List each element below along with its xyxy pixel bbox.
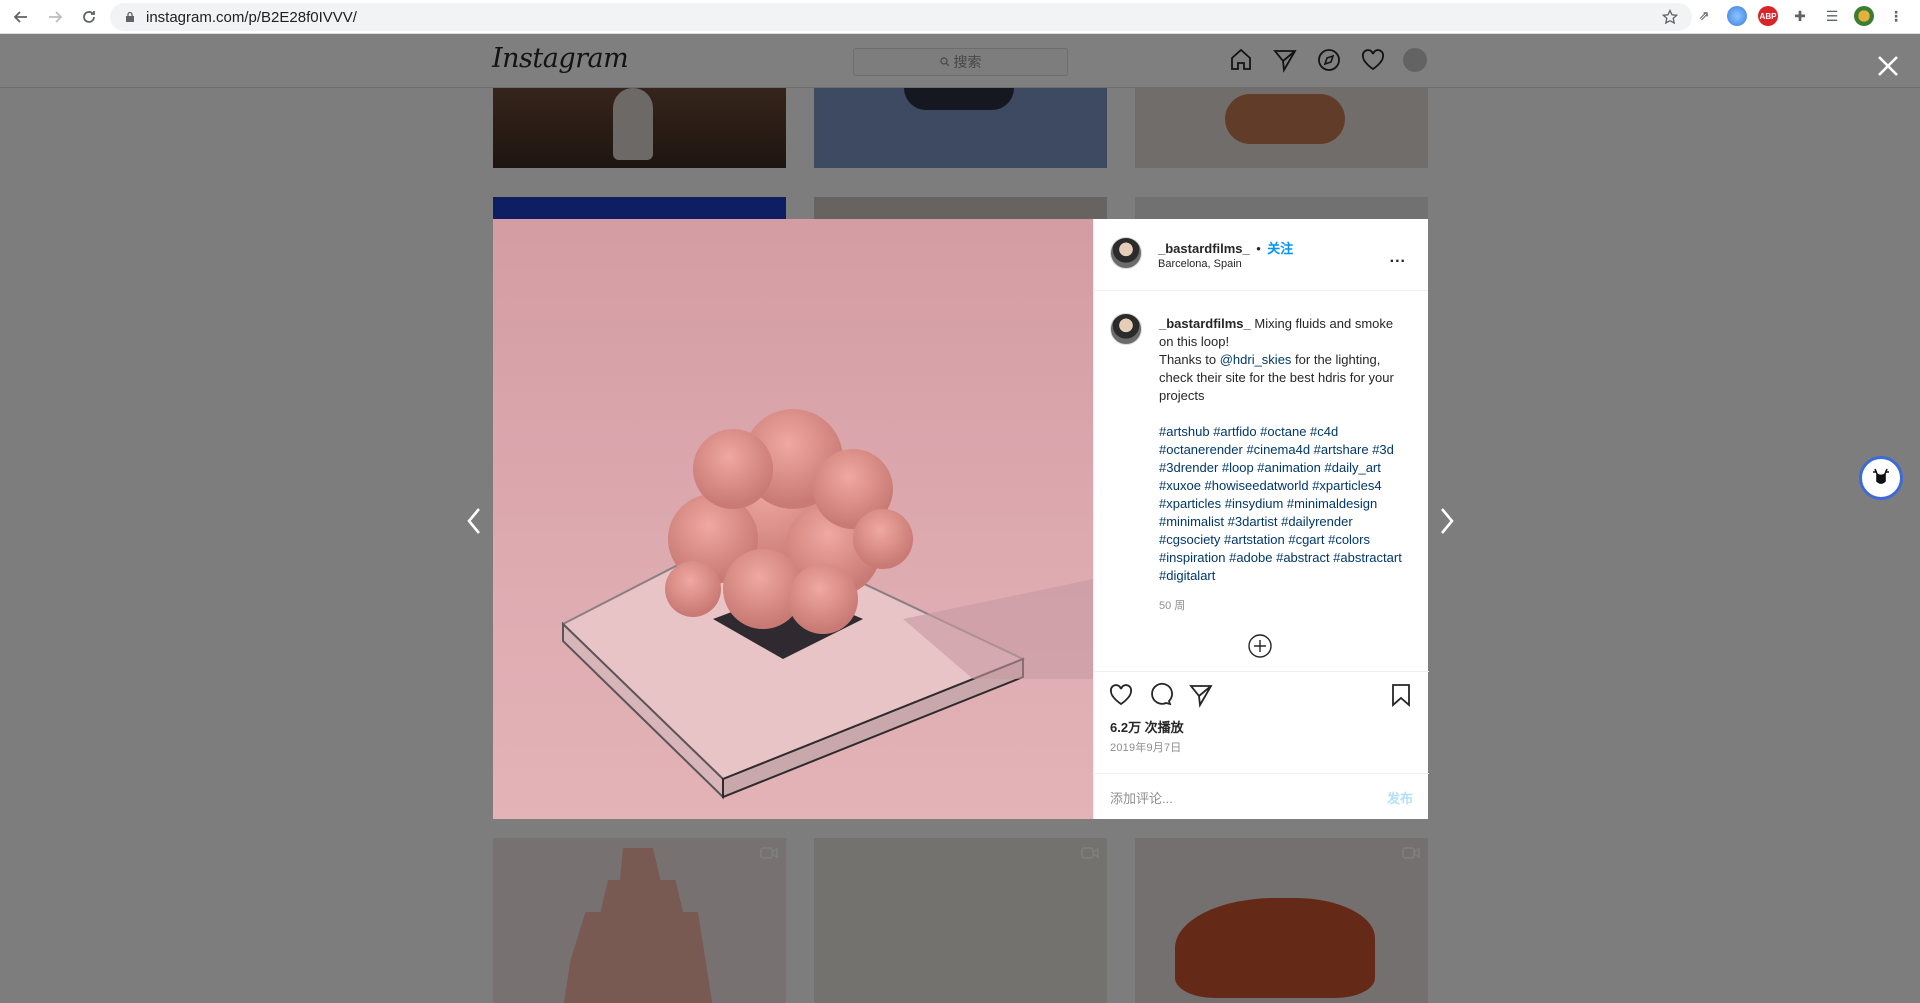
load-more-comments-icon[interactable] <box>1247 633 1273 659</box>
post-media-illustration <box>561 409 1093 800</box>
browser-menu-icon[interactable]: ⋮ <box>1886 6 1906 26</box>
post-comment-button[interactable]: 发布 <box>1387 788 1413 807</box>
caption-author-avatar[interactable] <box>1110 313 1142 345</box>
close-icon[interactable] <box>1875 53 1901 79</box>
comment-input[interactable]: 添加评论... <box>1110 788 1387 807</box>
like-heart-icon[interactable] <box>1108 682 1134 708</box>
post-video[interactable] <box>493 219 1093 819</box>
address-bar[interactable]: instagram.com/p/B2E28f0IVVV/ <box>110 3 1692 31</box>
extension-chart-icon[interactable]: ⇗ <box>1694 6 1714 26</box>
post-modal: _bastardfilms_ • 关注 Barcelona, Spain ...… <box>493 219 1429 819</box>
post-date[interactable]: 2019年9月7日 <box>1110 739 1182 755</box>
share-send-icon[interactable] <box>1188 682 1214 708</box>
back-icon[interactable] <box>8 4 34 30</box>
hashtags[interactable]: #artshub #artfido #octane #c4d #octanere… <box>1159 424 1402 583</box>
comments-area: _bastardfilms_ Mixing fluids and smoke o… <box>1094 291 1429 671</box>
extension-puzzle-icon[interactable]: ✚ <box>1790 6 1810 26</box>
author-username[interactable]: _bastardfilms_ <box>1158 241 1250 256</box>
extension-globe-icon[interactable] <box>1727 6 1747 26</box>
caption-time-ago: 50 周 <box>1159 600 1186 612</box>
bookmark-star-icon[interactable] <box>1662 9 1678 25</box>
view-count[interactable]: 6.2万 次播放 <box>1110 717 1184 736</box>
previous-arrow-icon[interactable] <box>463 505 485 537</box>
browser-toolbar: instagram.com/p/B2E28f0IVVV/ ⇗ ABP ✚ ☰ ⋮ <box>0 0 1920 34</box>
more-options-icon[interactable]: ... <box>1390 249 1406 267</box>
separator-dot: • <box>1256 241 1261 256</box>
mention-link[interactable]: @hdri_skies <box>1220 352 1292 367</box>
reading-list-icon[interactable]: ☰ <box>1822 6 1842 26</box>
comment-form: 添加评论... 发布 <box>1094 773 1429 820</box>
caption-username[interactable]: _bastardfilms_ <box>1159 316 1251 331</box>
author-avatar[interactable] <box>1110 237 1142 269</box>
extension-adblock-icon[interactable]: ABP <box>1758 6 1778 26</box>
post-actions: 6.2万 次播放 2019年9月7日 添加评论... 发布 <box>1094 671 1429 819</box>
save-bookmark-icon[interactable] <box>1388 682 1414 708</box>
post-caption: _bastardfilms_ Mixing fluids and smoke o… <box>1159 315 1404 585</box>
comment-bubble-icon[interactable] <box>1148 682 1174 708</box>
post-location[interactable]: Barcelona, Spain <box>1158 258 1242 270</box>
floating-extension-widget[interactable] <box>1859 456 1903 500</box>
reload-icon[interactable] <box>76 4 102 30</box>
lock-icon <box>126 11 134 22</box>
post-header: _bastardfilms_ • 关注 Barcelona, Spain ... <box>1094 219 1428 291</box>
next-arrow-icon[interactable] <box>1436 505 1458 537</box>
url-text: instagram.com/p/B2E28f0IVVV/ <box>146 8 357 26</box>
deer-logo-icon <box>1867 464 1895 492</box>
profile-avatar-icon[interactable] <box>1854 6 1874 26</box>
caption-line-2a: Thanks to <box>1159 352 1220 367</box>
forward-icon[interactable] <box>42 4 68 30</box>
post-sidebar: _bastardfilms_ • 关注 Barcelona, Spain ...… <box>1093 219 1429 819</box>
follow-button[interactable]: 关注 <box>1267 241 1293 256</box>
